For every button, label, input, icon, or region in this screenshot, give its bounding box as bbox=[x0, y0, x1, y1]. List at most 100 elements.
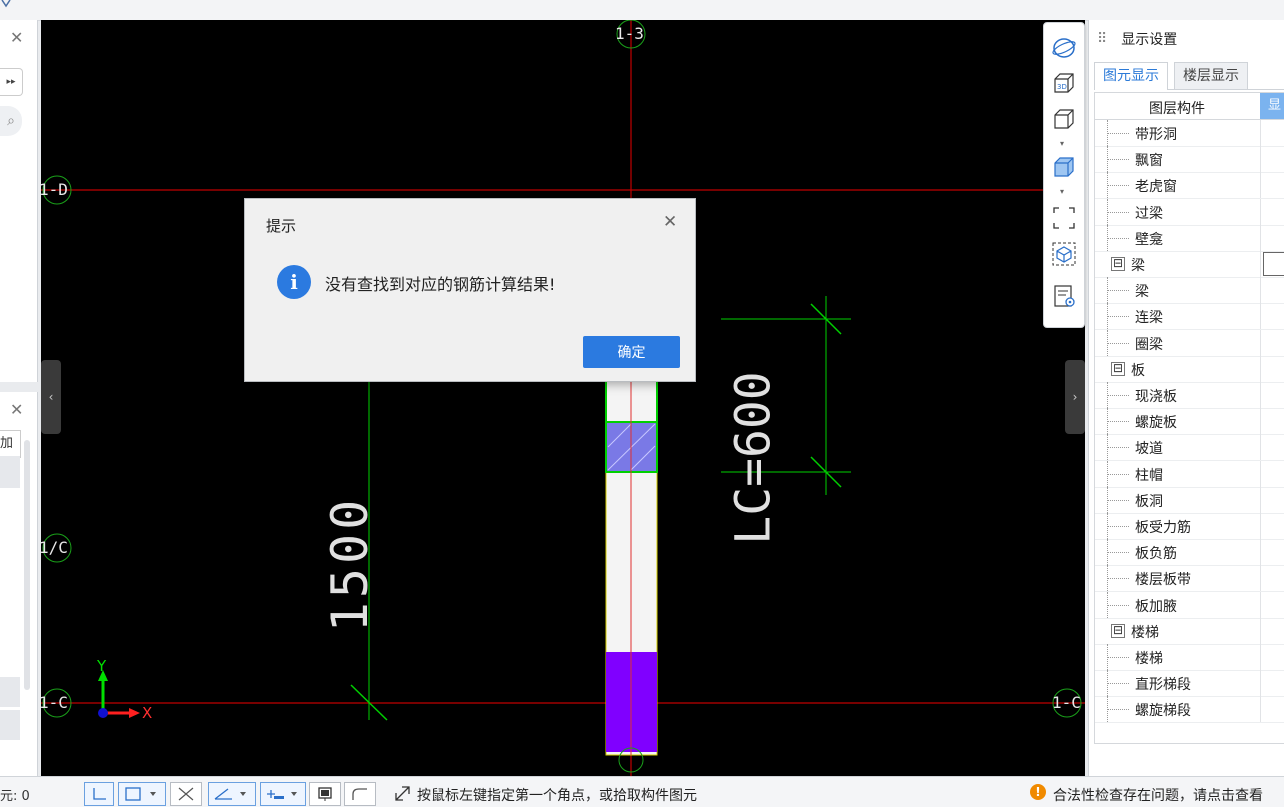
visibility-cell[interactable] bbox=[1260, 460, 1284, 487]
tree-item-row[interactable]: 楼层板带 bbox=[1095, 565, 1284, 593]
tree-row-label: 梁 bbox=[1135, 284, 1149, 301]
collapse-icon[interactable]: ⊟ bbox=[1111, 623, 1125, 638]
snap-object-button[interactable] bbox=[118, 782, 166, 806]
tree-item-row[interactable]: 板负筋 bbox=[1095, 539, 1284, 567]
view-cube-icon[interactable] bbox=[1050, 241, 1078, 267]
visibility-cell[interactable] bbox=[1260, 617, 1284, 644]
visibility-cell[interactable] bbox=[1260, 513, 1284, 539]
visibility-checkbox[interactable] bbox=[1263, 252, 1284, 276]
wireframe-view-icon[interactable] bbox=[1050, 107, 1078, 133]
left-row[interactable] bbox=[0, 677, 20, 707]
orthogonal-button[interactable] bbox=[84, 782, 114, 806]
search-icon[interactable]: ⌕ bbox=[0, 106, 22, 136]
visibility-cell[interactable] bbox=[1260, 355, 1284, 382]
angle-snap-button[interactable] bbox=[208, 782, 256, 806]
tree-row-label: 坡道 bbox=[1135, 441, 1163, 458]
visibility-cell[interactable] bbox=[1260, 434, 1284, 461]
visibility-cell[interactable] bbox=[1260, 120, 1284, 146]
grip-icon[interactable]: ⠿ bbox=[1097, 31, 1107, 47]
fit-view-icon[interactable] bbox=[1050, 205, 1078, 231]
tree-group-row[interactable]: ⊟ 梁 bbox=[1095, 251, 1284, 278]
tree-connector bbox=[1107, 499, 1129, 501]
tree-row-label: 直形梯段 bbox=[1135, 677, 1191, 694]
visibility-cell[interactable] bbox=[1260, 277, 1284, 304]
visibility-cell[interactable] bbox=[1260, 198, 1284, 225]
tree-item-row[interactable]: 螺旋梯段 bbox=[1095, 696, 1284, 724]
visibility-cell[interactable] bbox=[1260, 696, 1284, 723]
close-icon[interactable]: ✕ bbox=[10, 400, 23, 419]
scrollbar[interactable] bbox=[24, 440, 30, 690]
tree-item-row[interactable]: 老虎窗 bbox=[1095, 172, 1284, 200]
next-page-button[interactable]: ▸▸ bbox=[0, 68, 23, 96]
toolbar-partial-icon[interactable] bbox=[0, 0, 16, 12]
tree-item-row[interactable]: 坡道 bbox=[1095, 434, 1284, 462]
tree-item-row[interactable]: 梁 bbox=[1095, 277, 1284, 305]
3d-view-icon[interactable]: 3D bbox=[1050, 71, 1078, 97]
left-tab-partial[interactable]: 加 bbox=[0, 430, 21, 458]
tree-row-label: 飘窗 bbox=[1135, 153, 1163, 170]
display-toggle-button[interactable] bbox=[309, 782, 341, 806]
tree-item-row[interactable]: 过梁 bbox=[1095, 198, 1284, 226]
visibility-cell[interactable] bbox=[1260, 251, 1284, 277]
tree-item-row[interactable]: 板洞 bbox=[1095, 486, 1284, 514]
tree-item-row[interactable]: 柱帽 bbox=[1095, 460, 1284, 488]
caret-down-icon[interactable]: ▾ bbox=[1060, 139, 1064, 148]
visibility-cell[interactable] bbox=[1260, 539, 1284, 566]
collapse-icon[interactable]: ⊟ bbox=[1111, 361, 1125, 376]
visibility-cell[interactable] bbox=[1260, 486, 1284, 513]
ok-button[interactable]: 确定 bbox=[583, 336, 680, 368]
left-row[interactable] bbox=[0, 456, 20, 488]
close-icon[interactable]: ✕ bbox=[10, 28, 23, 47]
visibility-cell[interactable] bbox=[1260, 146, 1284, 173]
visibility-cell[interactable] bbox=[1260, 670, 1284, 697]
collapse-right-handle[interactable]: › bbox=[1065, 360, 1085, 434]
tab-floor-display[interactable]: 楼层显示 bbox=[1174, 62, 1248, 89]
tree-item-row[interactable]: 板加腋 bbox=[1095, 591, 1284, 619]
panel-header: ⠿ 显示设置 bbox=[1089, 20, 1284, 58]
tree-item-row[interactable]: 飘窗 bbox=[1095, 146, 1284, 174]
visibility-cell[interactable] bbox=[1260, 224, 1284, 251]
drawing-canvas[interactable]: 1-3 1-D 1/C 1-C 1-C 1500 LC=600 X Y ‹ › bbox=[41, 20, 1085, 776]
tab-element-display[interactable]: 图元显示 bbox=[1094, 62, 1168, 90]
cross-snap-button[interactable] bbox=[170, 782, 202, 806]
visibility-cell[interactable] bbox=[1260, 644, 1284, 670]
tree-row-label: 壁龛 bbox=[1135, 231, 1163, 248]
orbit-icon[interactable] bbox=[1050, 35, 1078, 61]
tree-item-row[interactable]: 圈梁 bbox=[1095, 329, 1284, 357]
tree-item-row[interactable]: 带形洞 bbox=[1095, 120, 1284, 147]
tree-group-row[interactable]: ⊟ 楼梯 bbox=[1095, 617, 1284, 645]
tree-connector bbox=[1107, 447, 1129, 449]
column-header-show[interactable]: 显 bbox=[1260, 93, 1284, 119]
selection-count: 元: 0 bbox=[0, 789, 30, 804]
axis-label-1-3: 1-3 bbox=[615, 24, 644, 43]
dynamic-input-button[interactable] bbox=[260, 782, 306, 806]
visibility-cell[interactable] bbox=[1260, 565, 1284, 592]
visibility-cell[interactable] bbox=[1260, 591, 1284, 618]
tree-item-row[interactable]: 直形梯段 bbox=[1095, 670, 1284, 698]
caret-down-icon[interactable]: ▾ bbox=[1060, 187, 1064, 196]
tree-item-row[interactable]: 连梁 bbox=[1095, 303, 1284, 331]
left-row[interactable] bbox=[0, 710, 20, 740]
tree-row-label: 带形洞 bbox=[1135, 127, 1177, 143]
tree-item-row[interactable]: 现浇板 bbox=[1095, 382, 1284, 409]
tree-item-row[interactable]: 板受力筋 bbox=[1095, 513, 1284, 540]
tree-group-row[interactable]: ⊟ 板 bbox=[1095, 355, 1284, 383]
dialog-close-icon[interactable]: ✕ bbox=[663, 212, 677, 232]
layer-tree: 图层构件 显 带形洞 飘窗 老虎窗 过梁 壁龛 ⊟ 梁梁连梁 圈梁 ⊟ 板现浇板 螺旋板 坡道 柱帽 板洞… bbox=[1094, 92, 1284, 744]
visibility-cell[interactable] bbox=[1260, 408, 1284, 435]
tree-item-row[interactable]: 壁龛 bbox=[1095, 224, 1284, 252]
collapse-icon[interactable]: ⊟ bbox=[1111, 257, 1125, 271]
axis-label-1-C-slash: 1/C bbox=[41, 538, 68, 557]
visibility-cell[interactable] bbox=[1260, 172, 1284, 199]
display-settings-icon[interactable] bbox=[1050, 283, 1078, 309]
visibility-cell[interactable] bbox=[1260, 382, 1284, 408]
collapse-left-handle[interactable]: ‹ bbox=[41, 360, 61, 434]
tree-item-row[interactable]: 螺旋板 bbox=[1095, 408, 1284, 436]
tree-item-row[interactable]: 楼梯 bbox=[1095, 644, 1284, 671]
top-strip bbox=[0, 0, 1284, 21]
validation-warning-link[interactable]: 合法性检查存在问题，请点击查看 bbox=[1053, 785, 1263, 805]
visibility-cell[interactable] bbox=[1260, 329, 1284, 356]
arc-tool-button[interactable] bbox=[344, 782, 376, 806]
shaded-view-icon[interactable] bbox=[1050, 155, 1078, 181]
visibility-cell[interactable] bbox=[1260, 303, 1284, 330]
